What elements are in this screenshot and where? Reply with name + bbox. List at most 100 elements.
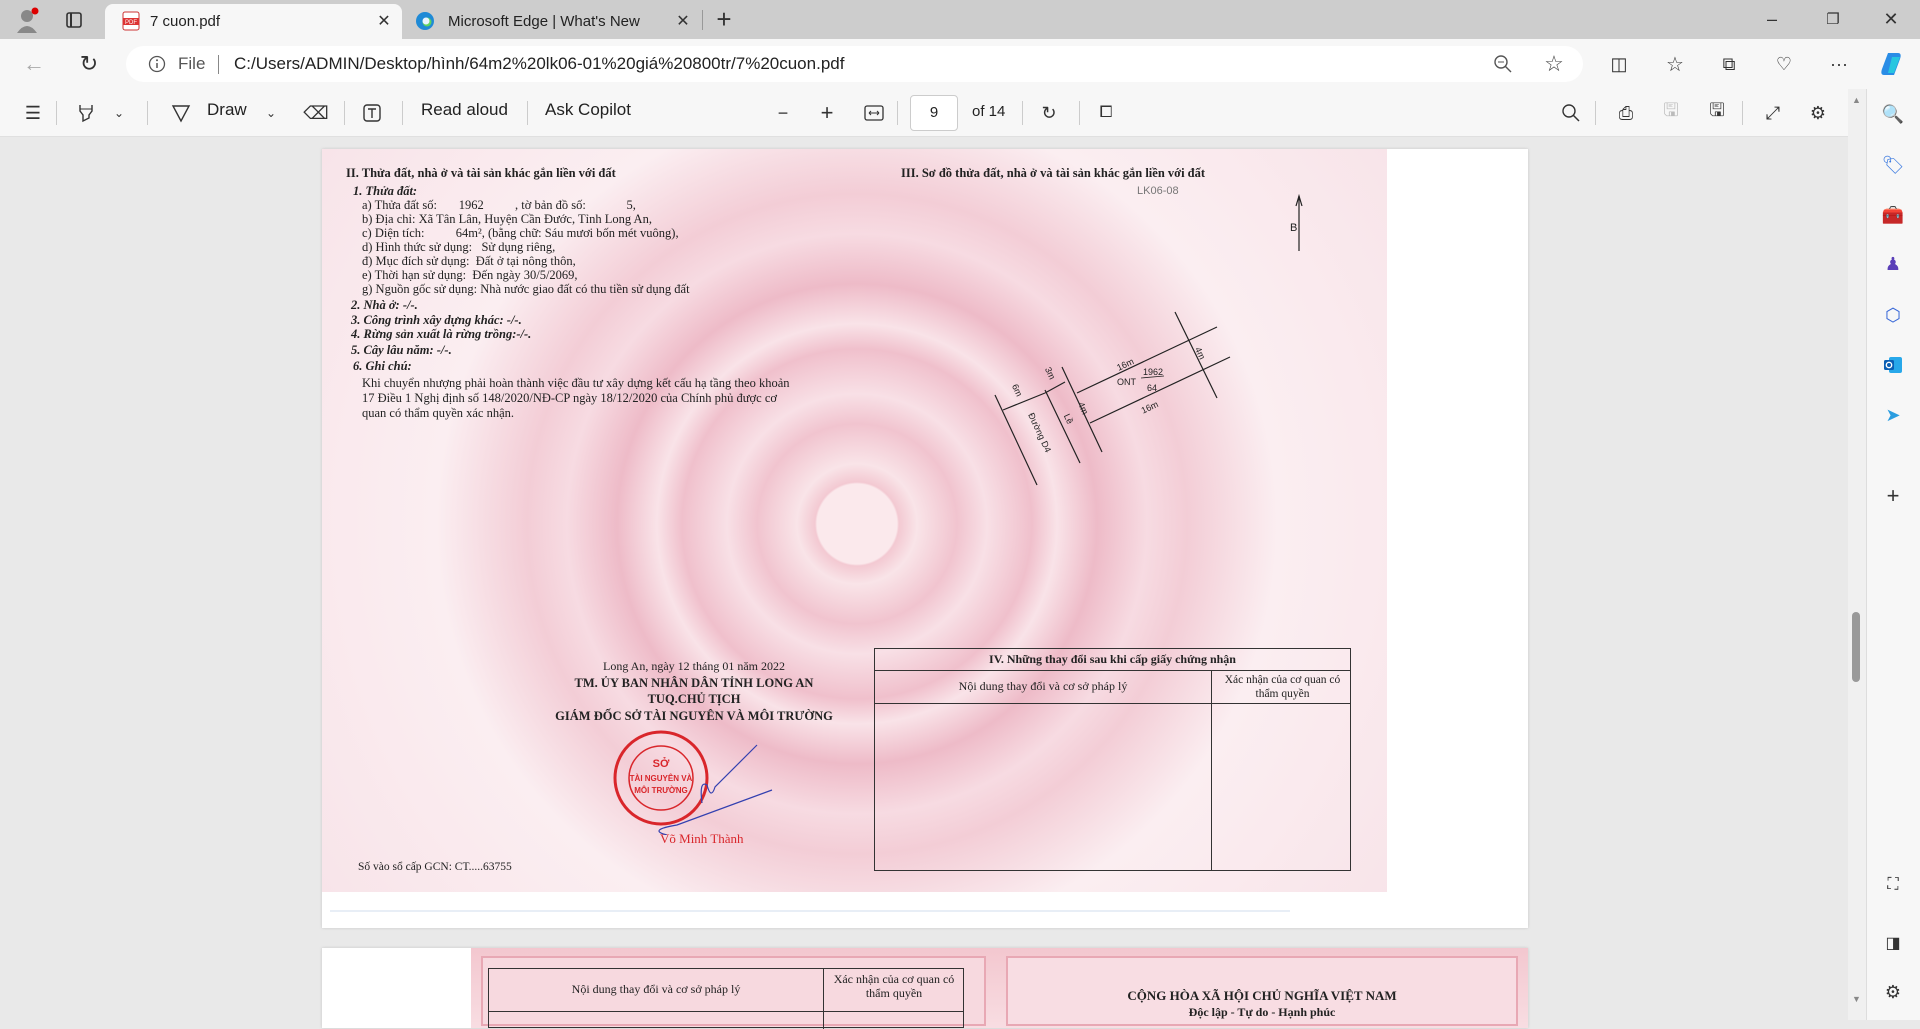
signer-org-text: TM. ỦY BAN NHÂN DÂN TỈNH LONG AN	[574, 676, 814, 690]
favorites-icon[interactable]: ☆	[1661, 50, 1689, 78]
length-bottom-label: 16m	[1140, 399, 1160, 415]
draw-pen-icon[interactable]	[167, 99, 195, 127]
registration-number: Số vào sổ cấp GCN: CT.....63755	[358, 861, 512, 873]
tab-title: Microsoft Edge | What's New	[448, 13, 640, 30]
pdf-page-10: Nội dung thay đổi và cơ sở pháp lý Xác n…	[322, 948, 1528, 1029]
signer-role-text: TUQ.CHỦ TỊCH	[647, 692, 741, 706]
pdf-icon: PDF	[117, 7, 145, 35]
page-view-icon[interactable]: ⧠	[1092, 99, 1120, 127]
minimize-icon[interactable]: –	[1758, 5, 1786, 33]
sidebar-shopping-icon[interactable]: 🏷	[1879, 151, 1907, 179]
save-as-icon[interactable]: 🖫	[1703, 99, 1731, 127]
changes-table-continued: Nội dung thay đổi và cơ sở pháp lý Xác n…	[488, 968, 964, 1029]
sidewalk-edge-line	[1044, 389, 1081, 464]
restore-icon[interactable]: ❐	[1819, 5, 1847, 33]
zoom-out-minus-icon[interactable]: −	[769, 99, 797, 127]
split-screen-icon[interactable]: ◫	[1605, 50, 1633, 78]
signer-name: Võ Minh Thành	[660, 831, 744, 846]
road-edge-line	[994, 394, 1038, 486]
changes-table: IV. Những thay đổi sau khi cấp giấy chứn…	[874, 648, 1351, 871]
tab-strip: PDF 7 cuon.pdf ✕ Microsoft Edge | What's…	[0, 0, 1920, 39]
changes-table-title: IV. Những thay đổi sau khi cấp giấy chứn…	[875, 649, 1350, 671]
road-dimension-line	[1002, 392, 1046, 411]
print-icon[interactable]: ⎙	[1612, 99, 1640, 127]
sidewalk-width-label: 3m	[1043, 365, 1057, 381]
scroll-up-arrow-icon[interactable]: ▲	[1852, 95, 1861, 105]
sidewalk-label: Lề	[1062, 412, 1075, 425]
north-label: B	[1290, 222, 1297, 234]
save-icon: 🖫	[1663, 100, 1679, 120]
sidebar-send-icon[interactable]: ➤	[1879, 401, 1907, 429]
country-name: CỘNG HÒA XÃ HỘI CHỦ NGHĨA VIỆT NAM	[1127, 988, 1397, 1003]
favorite-star-icon[interactable]: ☆	[1540, 50, 1568, 78]
certificate-scan-page-2: Nội dung thay đổi và cơ sở pháp lý Xác n…	[471, 948, 1528, 1029]
edge-icon	[411, 7, 439, 35]
sidebar-m365-icon[interactable]: ⬡	[1879, 301, 1907, 329]
sidebar-settings-icon[interactable]: ⚙	[1879, 978, 1907, 1006]
road-name-label: Đường D4	[1026, 411, 1053, 454]
scan-artifact	[330, 910, 1290, 912]
close-tab-icon[interactable]: ✕	[669, 7, 697, 35]
tab-7-cuon-pdf[interactable]: PDF 7 cuon.pdf ✕	[105, 4, 402, 39]
sidewalk-dimension-line	[1044, 381, 1066, 394]
svg-text:MÔI TRƯỜNG: MÔI TRƯỜNG	[634, 786, 687, 795]
highlight-icon[interactable]	[72, 99, 100, 127]
url-text[interactable]: C:/Users/ADMIN/Desktop/hình/64m2%20lk06-…	[234, 54, 844, 74]
eraser-icon[interactable]: ⌫	[302, 99, 330, 127]
fit-to-width-icon[interactable]	[860, 99, 888, 127]
info-icon[interactable]	[143, 50, 171, 78]
width-right-label: 4m	[1193, 345, 1207, 361]
svg-text:PDF: PDF	[125, 20, 137, 26]
draw-button[interactable]: Draw	[207, 100, 247, 120]
row-divider	[489, 1011, 963, 1013]
scheme-label: File	[178, 54, 206, 73]
read-aloud-button[interactable]: Read aloud	[421, 100, 508, 120]
collections-icon[interactable]: ⧉	[1715, 50, 1743, 78]
text-box-icon[interactable]	[358, 99, 386, 127]
edge-sidebar: 🔍 🏷 🧰 ♟ ⬡ ➤ + ⛶ ◨ ⚙	[1866, 89, 1920, 1020]
sidebar-search-icon[interactable]: 🔍	[1879, 100, 1907, 128]
ask-copilot-button[interactable]: Ask Copilot	[545, 100, 631, 120]
zoom-in-plus-icon[interactable]: +	[813, 99, 841, 127]
sidebar-outlook-icon[interactable]	[1879, 351, 1907, 379]
column-header-content: Nội dung thay đổi và cơ sở pháp lý	[571, 982, 741, 996]
column-divider	[1211, 671, 1213, 870]
tab-actions-icon[interactable]	[60, 6, 88, 34]
back-arrow-icon[interactable]: ←	[20, 50, 48, 78]
address-bar[interactable]: File C:/Users/ADMIN/Desktop/hình/64m2%20…	[126, 46, 1583, 82]
sidebar-add-icon[interactable]: +	[1879, 482, 1907, 510]
fullscreen-icon[interactable]: ⤢	[1759, 99, 1787, 127]
new-tab-plus-icon[interactable]: +	[710, 4, 738, 34]
zoom-out-icon[interactable]	[1489, 50, 1517, 78]
scrollbar-thumb[interactable]	[1852, 612, 1860, 682]
area-label: 64	[1147, 383, 1157, 393]
refresh-icon[interactable]: ↻	[75, 50, 103, 78]
copilot-icon[interactable]	[1878, 50, 1906, 78]
column-header-confirmation: Xác nhận của cơ quan có thẩm quyền	[1224, 674, 1341, 700]
sidebar-games-icon[interactable]: ♟	[1879, 250, 1907, 278]
close-tab-icon[interactable]: ✕	[370, 7, 398, 35]
sidebar-tools-icon[interactable]: 🧰	[1879, 201, 1907, 229]
window-close-icon[interactable]: ✕	[1877, 5, 1905, 33]
search-icon[interactable]	[1557, 99, 1585, 127]
page-number-input[interactable]: 9	[910, 95, 958, 131]
scroll-down-arrow-icon[interactable]: ▼	[1852, 994, 1861, 1004]
chevron-down-icon[interactable]: ⌄	[257, 99, 285, 127]
profile-avatar-icon[interactable]	[13, 6, 41, 34]
lot-number-label: 1962	[1143, 367, 1163, 377]
tab-edge-whats-new[interactable]: Microsoft Edge | What's New ✕	[405, 4, 700, 39]
settings-gear-icon[interactable]: ⚙	[1804, 99, 1832, 127]
tab-title: 7 cuon.pdf	[150, 13, 221, 30]
vertical-scrollbar[interactable]: ▲ ▼	[1848, 89, 1866, 1020]
rotate-icon[interactable]: ↻	[1035, 99, 1063, 127]
sidebar-toggle-icon[interactable]: ◨	[1879, 929, 1907, 957]
chevron-down-icon[interactable]: ⌄	[105, 99, 133, 127]
browser-essentials-icon[interactable]: ♡	[1770, 50, 1798, 78]
page-total: of 14	[972, 103, 1006, 120]
sidebar-screenshot-icon[interactable]: ⛶	[1879, 871, 1907, 899]
issue-date-text: Long An, ngày 12 tháng 01 năm 2022	[603, 659, 785, 673]
more-options-icon[interactable]: ···	[1825, 50, 1853, 78]
divider	[218, 55, 219, 74]
contents-list-icon[interactable]: ☰	[19, 99, 47, 127]
column-header-content: Nội dung thay đổi và cơ sở pháp lý	[958, 679, 1128, 693]
